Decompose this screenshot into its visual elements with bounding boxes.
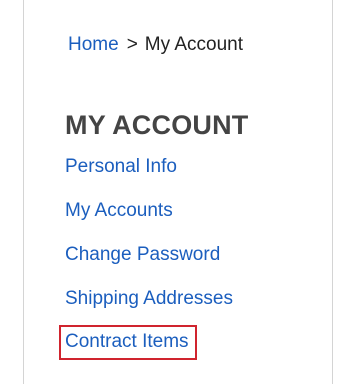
breadcrumb-separator: >	[126, 34, 138, 55]
contract-items-link[interactable]: Contract Items	[59, 325, 197, 360]
change-password-link[interactable]: Change Password	[65, 242, 220, 266]
menu-item-contract-items: Contract Items	[59, 325, 233, 374]
breadcrumb: Home > My Account	[68, 34, 243, 56]
personal-info-link[interactable]: Personal Info	[65, 154, 177, 178]
section-title: MY ACCOUNT	[65, 110, 249, 140]
breadcrumb-current: My Account	[144, 34, 244, 55]
menu-item-shipping-addresses: Shipping Addresses	[65, 286, 233, 330]
account-menu: Personal Info My Accounts Change Passwor…	[59, 154, 233, 374]
shipping-addresses-link[interactable]: Shipping Addresses	[65, 286, 233, 310]
menu-item-change-password: Change Password	[65, 242, 233, 286]
breadcrumb-home-link[interactable]: Home	[68, 34, 119, 55]
account-sidebar-panel: Home > My Account MY ACCOUNT Personal Info…	[23, 0, 333, 384]
menu-item-my-accounts: My Accounts	[65, 198, 233, 242]
my-accounts-link[interactable]: My Accounts	[65, 198, 173, 222]
menu-item-personal-info: Personal Info	[65, 154, 233, 198]
